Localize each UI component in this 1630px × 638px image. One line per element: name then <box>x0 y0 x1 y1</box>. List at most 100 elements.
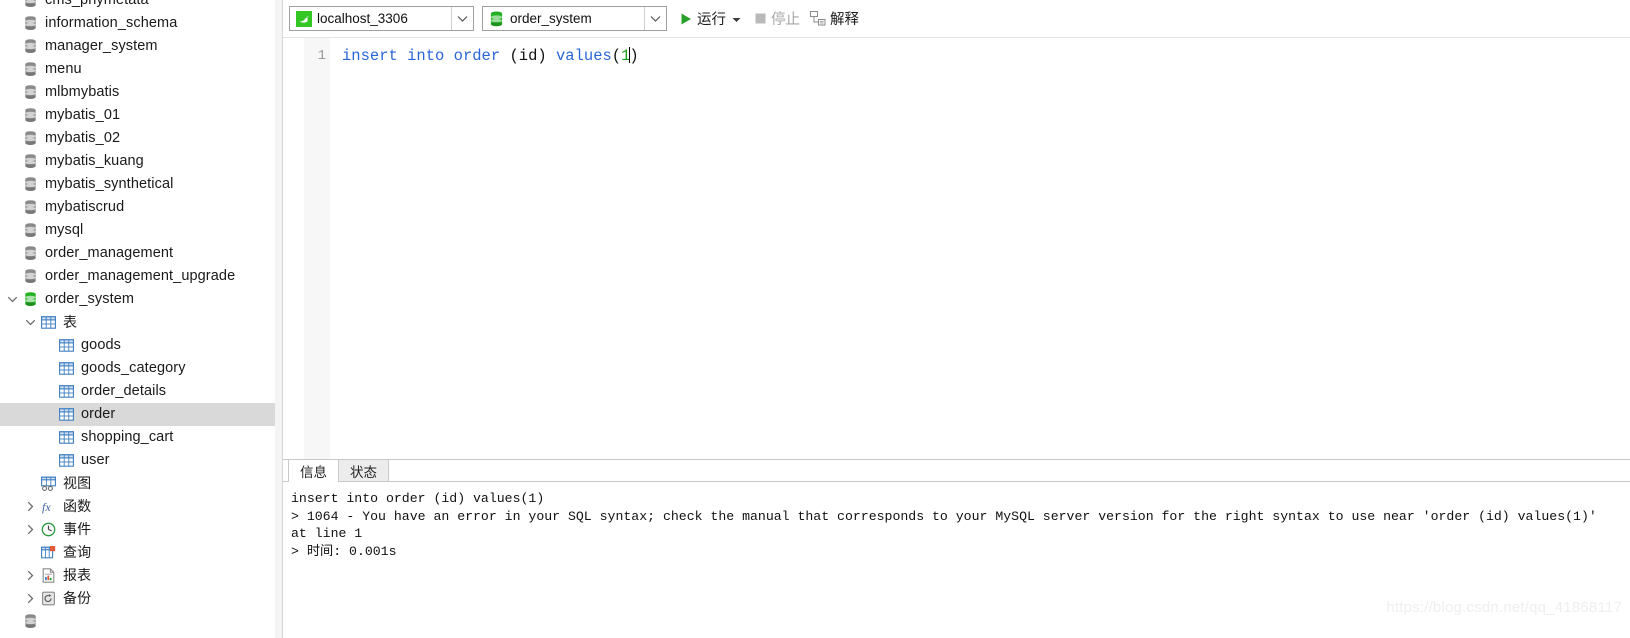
database-select[interactable]: order_system <box>482 6 667 31</box>
sql-statement[interactable]: insert into order (id) values(1) <box>283 47 639 65</box>
tree-item-label: order_management_upgrade <box>45 268 236 284</box>
table-icon <box>56 405 76 425</box>
event-clock-icon <box>38 520 58 540</box>
tree-item-label: 表 <box>63 314 78 330</box>
chevron-down-icon[interactable] <box>644 7 666 30</box>
tree-item-label: menu <box>45 61 82 77</box>
chevron-right-icon[interactable] <box>22 564 38 587</box>
query-editor-pane: localhost_3306 order_system 运行 停止 解释 1 i… <box>283 0 1630 638</box>
database-icon <box>20 175 40 195</box>
twisty-spacer <box>4 150 20 173</box>
twisty-spacer <box>40 357 56 380</box>
tree-item-label: order <box>81 406 116 422</box>
tree-item-label: 报表 <box>63 567 92 583</box>
object-tree-sidebar[interactable]: cms_phymetata information_schema manager_s… <box>0 0 283 638</box>
result-tab-信息[interactable]: 信息 <box>288 459 339 482</box>
twisty-spacer <box>22 472 38 495</box>
database-icon-green <box>20 290 40 310</box>
tree-item-mysql[interactable]: mysql <box>0 219 276 242</box>
tree-item-label: 事件 <box>63 521 92 537</box>
tree-item-goods[interactable]: goods <box>0 334 276 357</box>
tree-item-函数[interactable]: fx 函数 <box>0 495 276 518</box>
tree-item-manager_system[interactable]: manager_system <box>0 35 276 58</box>
tree-item-order_management[interactable]: order_management <box>0 242 276 265</box>
twisty-spacer <box>4 196 20 219</box>
tree-item-查询[interactable]: 查询 <box>0 541 276 564</box>
twisty-spacer <box>40 426 56 449</box>
tree-item-备份[interactable]: 备份 <box>0 587 276 610</box>
stop-button: 停止 <box>750 6 804 32</box>
tree-item-mybatis_02[interactable]: mybatis_02 <box>0 127 276 150</box>
tree-item-label: user <box>81 452 110 468</box>
tree-item-menu[interactable]: menu <box>0 58 276 81</box>
explain-button[interactable]: 解释 <box>806 6 863 32</box>
tree-item-mybatis_01[interactable]: mybatis_01 <box>0 104 276 127</box>
tree-item-label: mysql <box>45 222 84 238</box>
tree-item-order_management_upgrade[interactable]: order_management_upgrade <box>0 265 276 288</box>
svg-text:fx: fx <box>42 500 51 514</box>
tree-item-mybatiscrud[interactable]: mybatiscrud <box>0 196 276 219</box>
tree-item-label: manager_system <box>45 38 158 54</box>
twisty-spacer <box>4 104 20 127</box>
database-icon <box>20 60 40 80</box>
twisty-spacer <box>4 610 20 633</box>
navicat-window: cms_phymetata information_schema manager_s… <box>0 0 1630 638</box>
tree-item-label: mybatis_02 <box>45 130 121 146</box>
sql-code-editor[interactable]: 1 insert into order (id) values(1) <box>283 37 1630 459</box>
tree-item-报表[interactable]: 报表 <box>0 564 276 587</box>
result-tab-状态[interactable]: 状态 <box>338 459 389 481</box>
database-icon <box>20 14 40 34</box>
database-value: order_system <box>510 11 592 26</box>
chevron-down-icon[interactable] <box>4 288 20 311</box>
sql-paren-close: ) <box>629 47 639 65</box>
tree-item-mybatis_synthetical[interactable]: mybatis_synthetical <box>0 173 276 196</box>
chevron-down-icon[interactable] <box>22 311 38 334</box>
sql-columns: (id) <box>500 47 556 65</box>
tree-item-cms_phymetata[interactable]: cms_phymetata <box>0 0 276 12</box>
sql-keyword-insert: insert <box>342 47 398 65</box>
result-tab-label: 信息 <box>300 464 327 480</box>
message-line: > 1064 - You have an error in your SQL s… <box>291 508 1597 524</box>
tree-item-视图[interactable]: 视图 <box>0 472 276 495</box>
tree-item-label: cms_phymetata <box>45 0 149 8</box>
tree-item-label: 视图 <box>63 475 92 491</box>
sidebar-scrollbar-track[interactable] <box>275 0 282 638</box>
result-tabstrip[interactable]: 信息 状态 <box>283 459 1630 482</box>
tree-item-information_schema[interactable]: information_schema <box>0 12 276 35</box>
connection-value: localhost_3306 <box>317 11 408 26</box>
tree-item-order[interactable]: order <box>0 403 276 426</box>
tree-item-mybatis_kuang[interactable]: mybatis_kuang <box>0 150 276 173</box>
tree-item-user[interactable]: user <box>0 449 276 472</box>
chevron-right-icon[interactable] <box>22 587 38 610</box>
tree-item-order_system[interactable]: order_system <box>0 288 276 311</box>
database-icon <box>20 267 40 287</box>
backup-icon <box>38 589 58 609</box>
code-line-1[interactable]: 1 insert into order (id) values(1) <box>283 45 639 67</box>
database-icon <box>20 244 40 264</box>
tree-item-mlbmybatis[interactable]: mlbmybatis <box>0 81 276 104</box>
table-icon <box>56 359 76 379</box>
tree-item-事件[interactable]: 事件 <box>0 518 276 541</box>
database-tree[interactable]: cms_phymetata information_schema manager_s… <box>0 0 276 633</box>
tree-item-label: order_system <box>45 291 135 307</box>
chevron-right-icon[interactable] <box>22 518 38 541</box>
sidebar-scrollbar-thumb[interactable] <box>275 300 282 545</box>
chevron-right-icon[interactable] <box>22 495 38 518</box>
database-icon <box>20 221 40 241</box>
twisty-spacer <box>4 12 20 35</box>
tree-item-shopping_cart[interactable]: shopping_cart <box>0 426 276 449</box>
tree-item-label: 查询 <box>63 544 92 560</box>
tree-item-表[interactable]: 表 <box>0 311 276 334</box>
twisty-spacer <box>22 541 38 564</box>
connection-select[interactable]: localhost_3306 <box>289 6 474 31</box>
run-button[interactable]: 运行 <box>675 6 748 32</box>
run-dropdown-caret[interactable] <box>732 10 741 28</box>
twisty-spacer <box>4 173 20 196</box>
table-icon <box>56 382 76 402</box>
chevron-down-icon[interactable] <box>451 7 473 30</box>
message-output: insert into order (id) values(1) > 1064 -… <box>283 482 1630 638</box>
tree-item-label: order_details <box>81 383 167 399</box>
tree-item-order_details[interactable]: order_details <box>0 380 276 403</box>
tree-item[interactable] <box>0 610 276 633</box>
tree-item-goods_category[interactable]: goods_category <box>0 357 276 380</box>
